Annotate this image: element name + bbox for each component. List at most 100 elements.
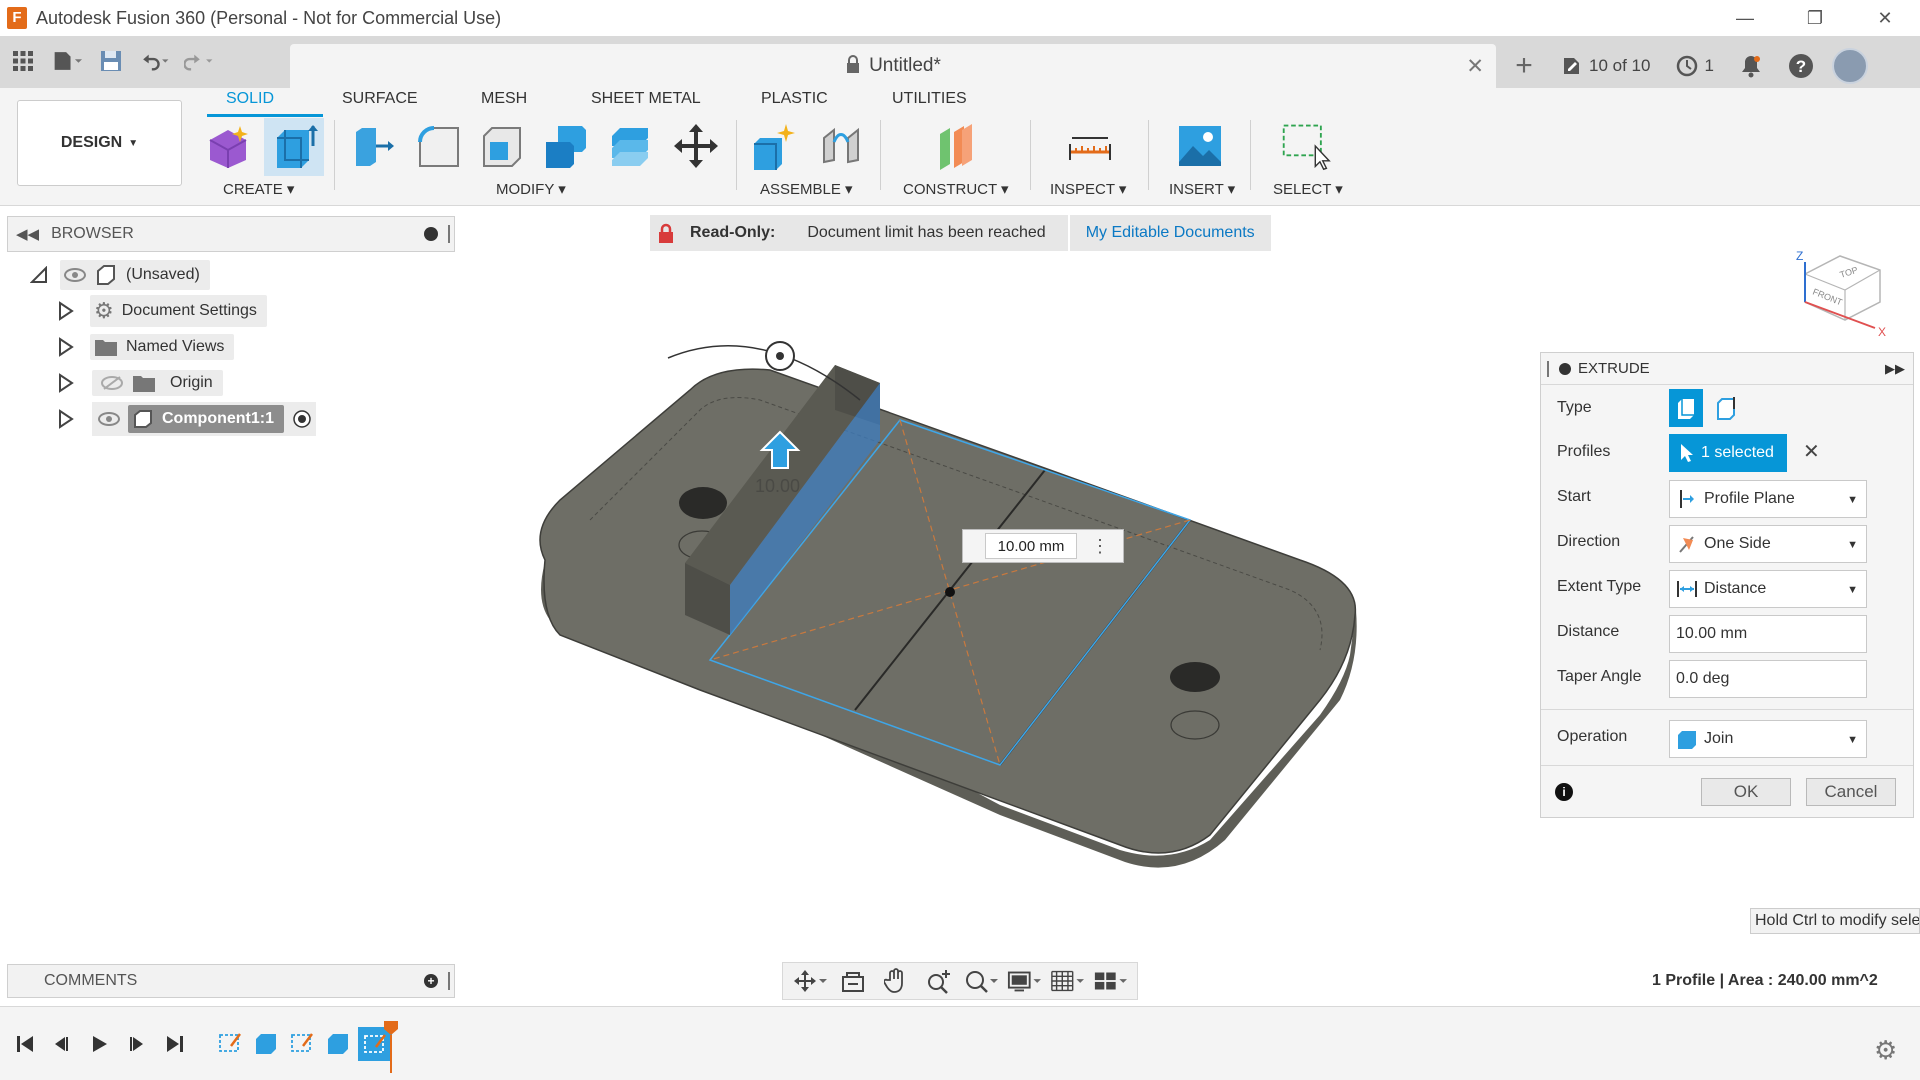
timeline-settings-gear-icon[interactable]: ⚙ <box>1874 1035 1897 1066</box>
close-tab-icon[interactable]: ✕ <box>1466 54 1484 79</box>
joint-icon[interactable] <box>816 120 868 172</box>
insert-canvas-icon[interactable] <box>1174 120 1226 172</box>
timeline-extrude-icon[interactable] <box>250 1027 282 1059</box>
go-to-start-icon[interactable] <box>10 1029 40 1059</box>
tab-sheet-metal[interactable]: SHEET METAL <box>591 90 701 108</box>
workspace-switcher-button[interactable]: DESIGN ▼ <box>17 100 182 186</box>
step-forward-icon[interactable] <box>122 1029 152 1059</box>
select-group-label[interactable]: SELECT ▾ <box>1273 180 1343 198</box>
grid-settings-icon[interactable] <box>1050 967 1084 995</box>
zoom-window-icon[interactable] <box>964 967 999 995</box>
hidden-eye-icon[interactable] <box>100 375 124 391</box>
root-node[interactable]: (Unsaved) <box>60 260 210 290</box>
document-settings-node[interactable]: ⚙ Document Settings <box>90 295 267 327</box>
fillet-icon[interactable] <box>412 120 464 172</box>
insert-group-label[interactable]: INSERT ▾ <box>1169 180 1235 198</box>
profiles-select-button[interactable]: 1 selected <box>1669 434 1787 472</box>
version-indicator[interactable]: 10 of 10 <box>1553 55 1658 77</box>
expanded-triangle-icon[interactable] <box>30 266 48 284</box>
expand-triangle-icon[interactable] <box>58 337 74 357</box>
type-thin-button[interactable] <box>1709 389 1743 427</box>
expand-dialog-icon[interactable]: ▶▶ <box>1885 361 1905 377</box>
offset-face-icon[interactable] <box>604 120 656 172</box>
type-solid-button[interactable] <box>1669 389 1703 427</box>
create-form-icon[interactable] <box>202 120 254 172</box>
shell-icon[interactable] <box>476 120 528 172</box>
notifications-button[interactable] <box>1732 54 1770 78</box>
offset-plane-icon[interactable] <box>930 120 982 172</box>
expand-triangle-icon[interactable] <box>58 301 74 321</box>
collapse-browser-icon[interactable]: ◀◀ <box>16 225 39 243</box>
timeline-sketch-icon[interactable] <box>286 1027 318 1059</box>
pan-hand-icon[interactable] <box>879 967 913 995</box>
orbit-icon[interactable] <box>793 967 828 995</box>
info-icon[interactable]: i <box>1555 783 1573 801</box>
browser-resize-grip[interactable] <box>448 225 450 243</box>
save-icon[interactable] <box>96 46 126 76</box>
comments-resize-grip[interactable] <box>448 972 450 990</box>
my-editable-documents-link[interactable]: My Editable Documents <box>1069 215 1271 251</box>
expand-triangle-icon[interactable] <box>58 409 74 429</box>
tab-solid[interactable]: SOLID <box>226 90 274 108</box>
clear-selection-icon[interactable]: ✕ <box>1803 439 1820 464</box>
undo-icon[interactable] <box>140 46 170 76</box>
job-status[interactable]: 1 <box>1668 55 1721 77</box>
named-views-node[interactable]: Named Views <box>90 334 235 360</box>
distance-input[interactable]: 10.00 mm <box>985 533 1077 559</box>
add-comment-icon[interactable]: + <box>424 974 438 988</box>
start-select[interactable]: Profile Plane ▼ <box>1669 480 1867 518</box>
origin-node[interactable]: Origin <box>92 370 223 396</box>
move-icon[interactable] <box>670 120 722 172</box>
look-at-icon[interactable] <box>836 967 870 995</box>
redo-icon[interactable] <box>184 46 214 76</box>
tree-item-document-settings[interactable]: ⚙ Document Settings <box>58 295 267 327</box>
direction-select[interactable]: One Side ▼ <box>1669 525 1867 563</box>
step-back-icon[interactable] <box>46 1029 76 1059</box>
timeline-extrude-icon[interactable] <box>322 1027 354 1059</box>
component-row[interactable]: Component1:1 <box>92 402 316 436</box>
inspect-group-label[interactable]: INSPECT ▾ <box>1050 180 1126 198</box>
viewports-icon[interactable] <box>1093 967 1127 995</box>
dialog-drag-grip[interactable] <box>1547 360 1549 377</box>
tree-item-component[interactable]: Component1:1 <box>58 402 316 436</box>
construct-group-label[interactable]: CONSTRUCT ▾ <box>903 180 1009 198</box>
visibility-eye-icon[interactable] <box>64 268 86 282</box>
view-cube[interactable]: TOP FRONT Z X <box>1795 236 1895 336</box>
file-menu-icon[interactable] <box>52 46 82 76</box>
tree-root[interactable]: (Unsaved) <box>30 260 210 290</box>
window-select-icon[interactable] <box>1280 120 1332 172</box>
document-tab[interactable]: Untitled* ✕ <box>290 44 1496 88</box>
tree-item-named-views[interactable]: Named Views <box>58 332 235 362</box>
combine-icon[interactable] <box>540 120 592 172</box>
taper-angle-field[interactable]: 0.0 deg <box>1669 660 1867 698</box>
measure-icon[interactable] <box>1064 120 1116 172</box>
browser-minimize-icon[interactable] <box>424 227 438 241</box>
cancel-button[interactable]: Cancel <box>1806 778 1896 806</box>
modify-group-label[interactable]: MODIFY ▾ <box>496 180 566 198</box>
distance-field[interactable]: 10.00 mm <box>1669 615 1867 653</box>
press-pull-icon[interactable] <box>348 120 400 172</box>
tab-surface[interactable]: SURFACE <box>342 90 418 108</box>
create-group-label[interactable]: CREATE ▾ <box>223 180 294 198</box>
ok-button[interactable]: OK <box>1701 778 1791 806</box>
extrude-tool-icon[interactable] <box>264 118 324 176</box>
tab-mesh[interactable]: MESH <box>481 90 527 108</box>
component-node[interactable]: Component1:1 <box>128 405 284 433</box>
app-grid-icon[interactable] <box>8 46 38 76</box>
new-component-icon[interactable] <box>748 120 800 172</box>
activate-component-icon[interactable] <box>292 409 312 429</box>
play-icon[interactable] <box>84 1029 114 1059</box>
close-window-button[interactable]: ✕ <box>1850 0 1920 36</box>
help-button[interactable]: ? <box>1780 53 1822 79</box>
minimize-button[interactable]: — <box>1710 0 1780 36</box>
expand-triangle-icon[interactable] <box>58 373 74 393</box>
more-options-icon[interactable]: ⋮ <box>1091 536 1109 557</box>
tab-utilities[interactable]: UTILITIES <box>892 90 967 108</box>
tree-item-origin[interactable]: Origin <box>58 368 223 398</box>
timeline-sketch-icon[interactable] <box>214 1027 246 1059</box>
operation-select[interactable]: Join ▼ <box>1669 720 1867 758</box>
model-view[interactable]: 10.00 <box>520 320 1380 880</box>
assemble-group-label[interactable]: ASSEMBLE ▾ <box>760 180 853 198</box>
go-to-end-icon[interactable] <box>160 1029 190 1059</box>
tab-plastic[interactable]: PLASTIC <box>761 90 828 108</box>
